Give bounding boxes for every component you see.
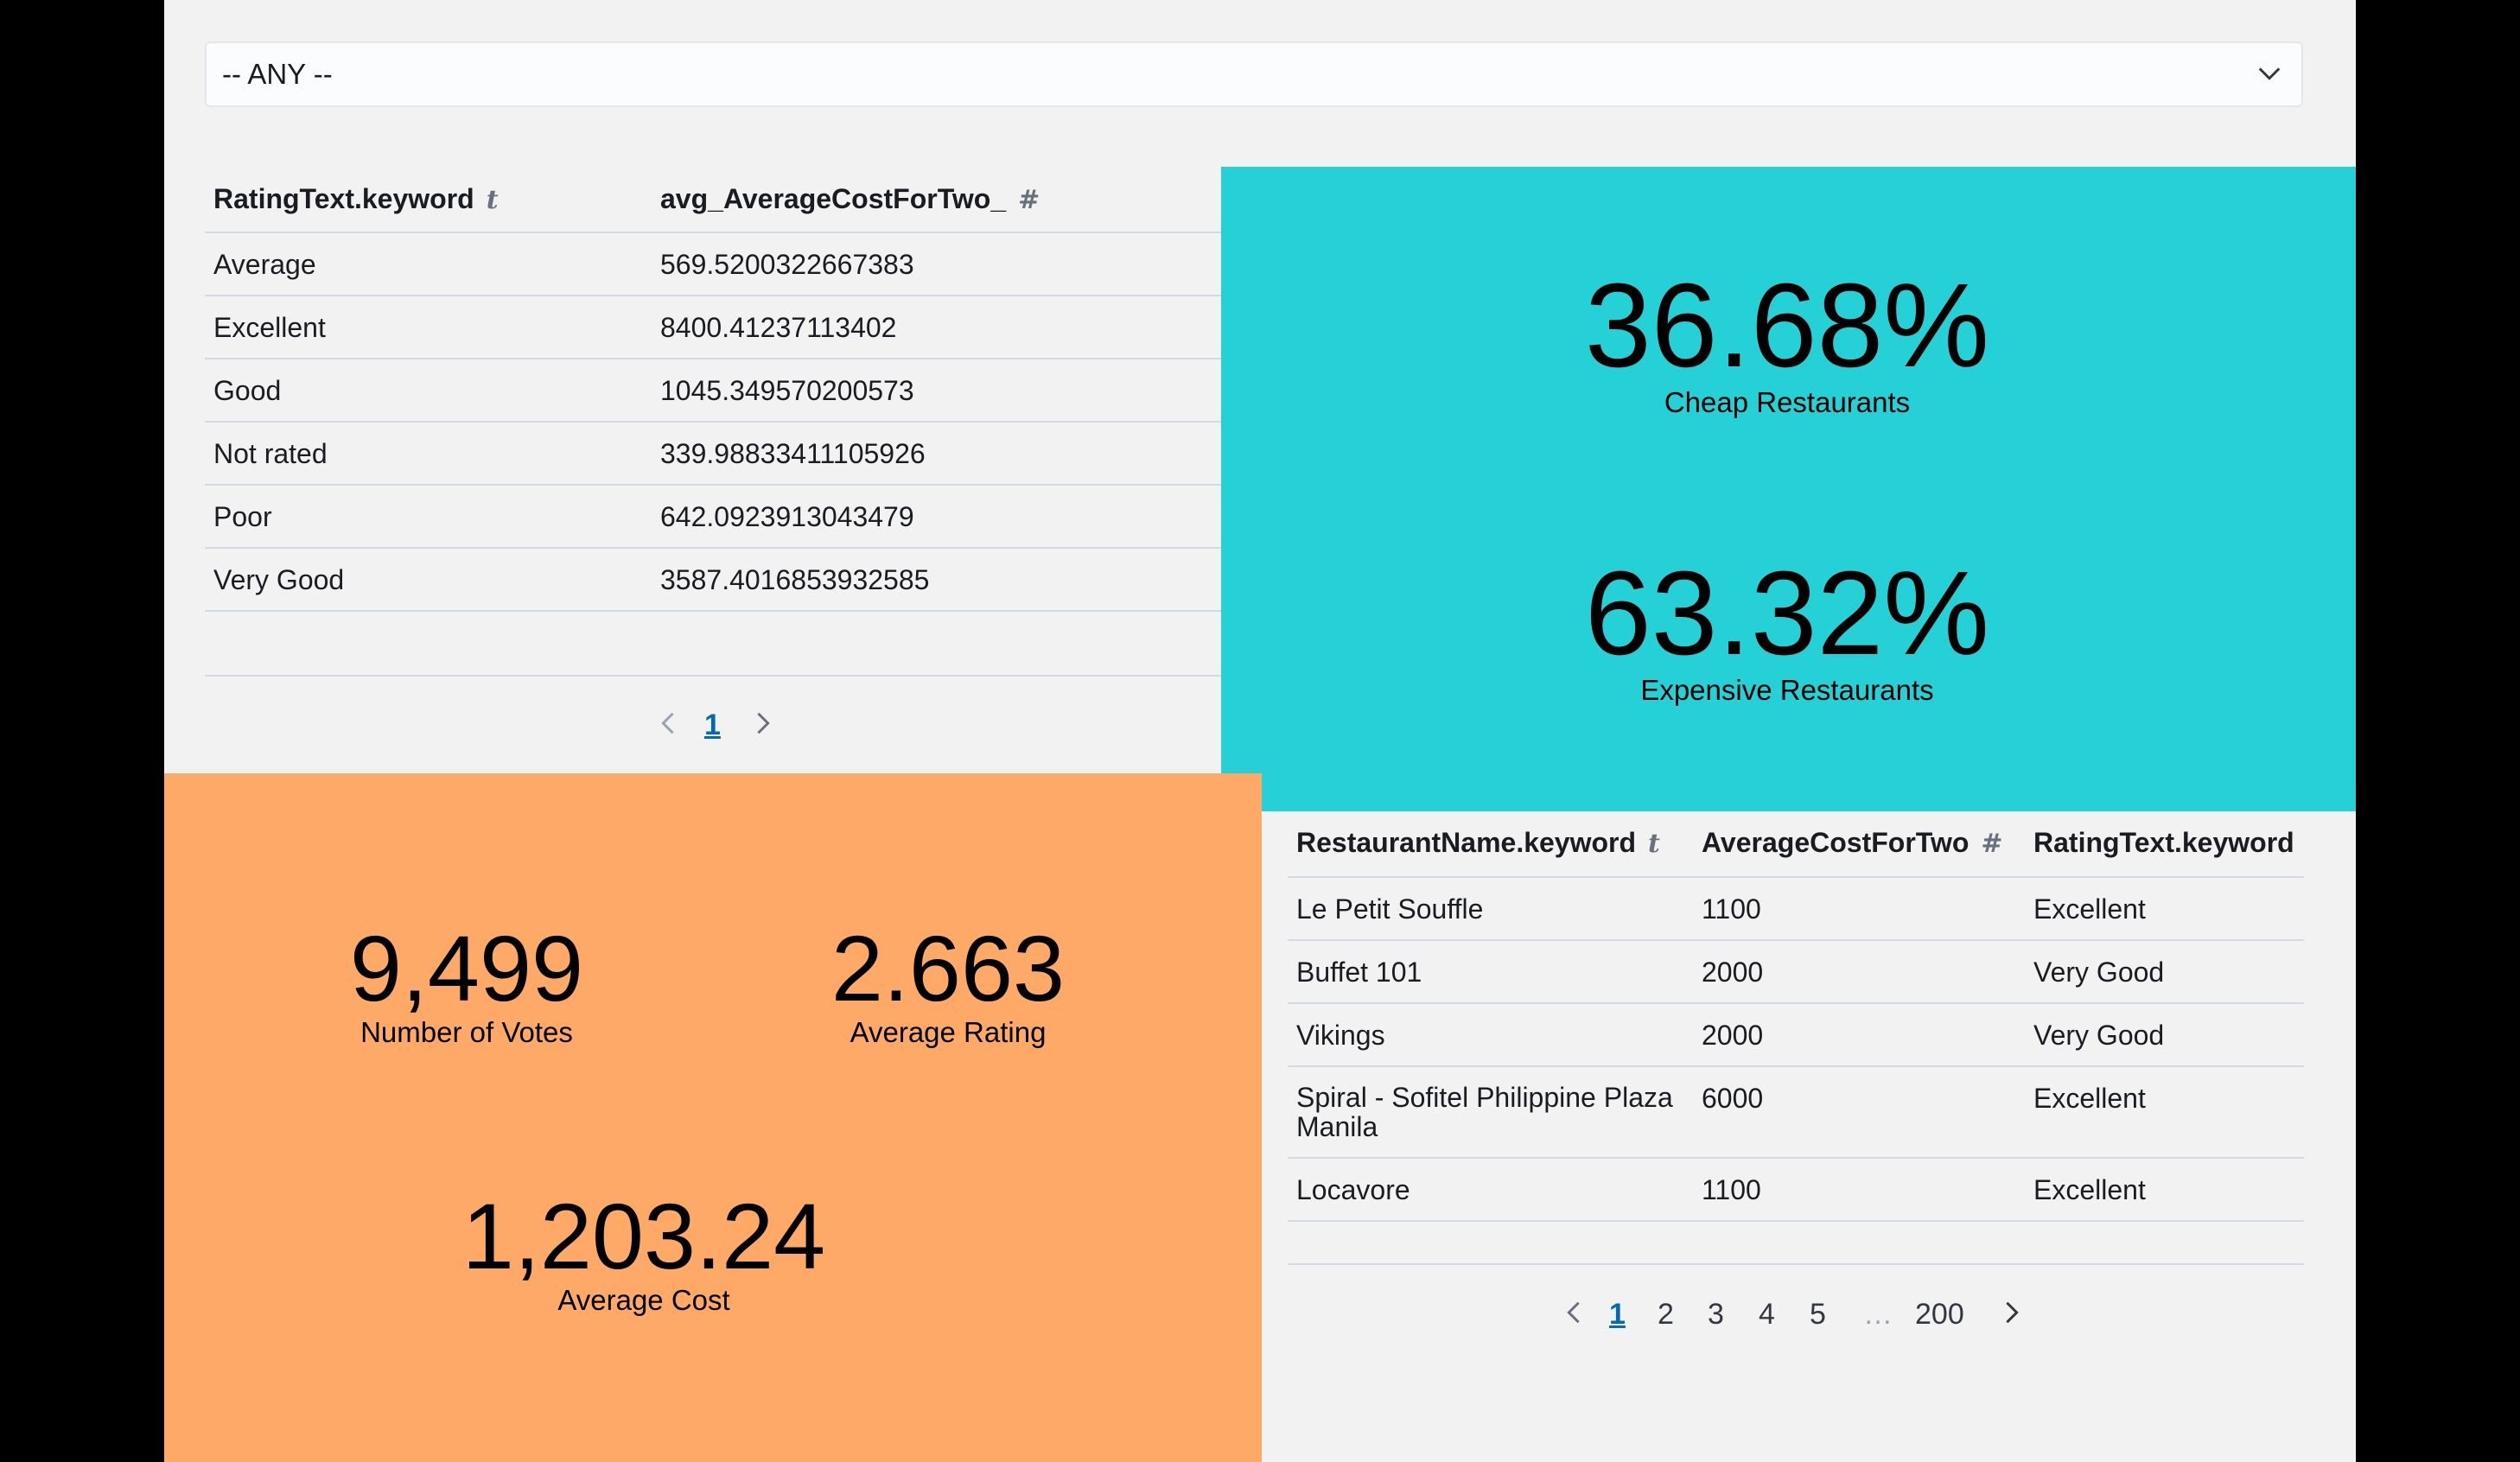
number-type-icon: #: [1018, 185, 1040, 215]
average-rating-metric: 2.663 Average Rating: [792, 922, 1104, 1050]
table-header-row: RestaurantName.keyword t AverageCostForTw…: [1288, 812, 2304, 878]
price-split-metrics-panel: 36.68% Cheap Restaurants 63.32% Expensiv…: [1221, 167, 2356, 811]
page-link-2[interactable]: 2: [1658, 1298, 1674, 1332]
restaurant-table: RestaurantName.keyword t AverageCostForTw…: [1288, 812, 2304, 1266]
cell-avg-cost: 642.0923913043479: [660, 501, 914, 532]
average-cost-metric: 1,203.24 Average Cost: [449, 1190, 838, 1318]
rating-table-pagination: 1: [655, 709, 785, 747]
column-header-avg-cost[interactable]: avg_AverageCostForTwo_ #: [660, 183, 1040, 215]
cell-avg-cost: 3587.4016853932585: [660, 564, 930, 595]
page-link-4[interactable]: 4: [1759, 1298, 1775, 1332]
table-row: Poor 642.0923913043479: [205, 486, 1221, 549]
cell-rating: Good: [213, 375, 282, 406]
expensive-restaurants-metric: 63.32% Expensive Restaurants: [1506, 554, 2068, 708]
cell-rating: Very Good: [213, 564, 345, 595]
cell-restaurant-name: Le Petit Souffle: [1296, 893, 1484, 925]
cell-restaurant-name: Spiral - Sofitel Philippine Plaza Manila: [1296, 1082, 1673, 1142]
text-type-icon: t: [486, 185, 499, 215]
text-type-icon: t: [1648, 829, 1660, 859]
cell-avg-cost: 569.5200322667383: [660, 249, 914, 280]
prev-page-icon[interactable]: [655, 710, 681, 744]
table-row: Average 569.5200322667383: [205, 233, 1221, 296]
cell-restaurant-name: Vikings: [1296, 1020, 1385, 1051]
cell-average-cost: 1100: [1702, 1174, 1761, 1205]
rating-table: RatingText.keyword t avg_AverageCostForTw…: [205, 169, 1221, 679]
number-type-icon: #: [1981, 829, 2003, 859]
cheap-restaurants-metric: 36.68% Cheap Restaurants: [1506, 266, 2068, 420]
next-page-icon[interactable]: [1999, 1300, 2025, 1333]
table-footer-divider: [205, 612, 1221, 677]
table-row: Buffet 101 2000 Very Good: [1288, 941, 2304, 1004]
page-link-1[interactable]: 1: [1609, 1298, 1626, 1332]
rating-filter-select[interactable]: -- ANY --: [205, 41, 2303, 107]
cell-avg-cost: 8400.41237113402: [660, 312, 897, 343]
table-row: Good 1045.349570200573: [205, 359, 1221, 423]
cell-restaurant-name: Buffet 101: [1296, 957, 1422, 988]
metric-value: 1,203.24: [461, 1184, 826, 1288]
cell-rating: Average: [213, 249, 316, 280]
page-link-5[interactable]: 5: [1810, 1298, 1826, 1332]
cell-rating: Poor: [213, 501, 272, 532]
cell-rating-text: Very Good: [2033, 1020, 2165, 1051]
table-row: Spiral - Sofitel Philippine Plaza Manila…: [1288, 1067, 2304, 1159]
cell-average-cost: 1100: [1702, 893, 1761, 925]
table-row: Not rated 339.98833411105926: [205, 423, 1221, 486]
cell-rating-text: Excellent: [2033, 1174, 2146, 1205]
metric-value: 36.68%: [1584, 259, 1990, 392]
cell-rating: Excellent: [213, 312, 326, 343]
cell-rating-text: Excellent: [2033, 1083, 2146, 1114]
metric-value: 9,499: [349, 916, 584, 1020]
select-value: -- ANY --: [222, 58, 333, 90]
table-footer-divider: [1288, 1222, 2304, 1265]
page-link-3[interactable]: 3: [1708, 1298, 1724, 1332]
table-header-row: RatingText.keyword t avg_AverageCostForTw…: [205, 169, 1221, 233]
table-row: Locavore 1100 Excellent: [1288, 1159, 2304, 1222]
metric-value: 2.663: [830, 916, 1066, 1020]
column-header-rating[interactable]: RatingText.keyword t: [213, 183, 499, 215]
table-row: Very Good 3587.4016853932585: [205, 549, 1221, 612]
cell-rating-text: Excellent: [2033, 893, 2146, 925]
cell-rating-text: Very Good: [2033, 957, 2165, 988]
table-row: Vikings 2000 Very Good: [1288, 1004, 2304, 1067]
chevron-down-icon: [2258, 67, 2281, 80]
page-link-1[interactable]: 1: [704, 709, 721, 742]
cell-restaurant-name: Locavore: [1296, 1174, 1410, 1205]
metric-value: 63.32%: [1584, 547, 1990, 680]
summary-metrics-panel: 9,499 Number of Votes 2.663 Average Rati…: [164, 773, 1262, 1462]
page-link-200[interactable]: 200: [1915, 1298, 1964, 1332]
column-header-average-cost[interactable]: AverageCostForTwo #: [1702, 827, 2003, 859]
column-header-restaurant-name[interactable]: RestaurantName.keyword t: [1296, 827, 1660, 859]
next-page-icon[interactable]: [750, 710, 776, 744]
prev-page-icon[interactable]: [1561, 1300, 1587, 1333]
dashboard: -- ANY -- RatingText.keyword t avg_Averag…: [164, 0, 2356, 1462]
votes-metric: 9,499 Number of Votes: [311, 922, 622, 1050]
cell-average-cost: 2000: [1702, 1020, 1764, 1051]
restaurant-table-pagination: 1 2 3 4 5 … 200: [1561, 1298, 2045, 1336]
pagination-ellipsis: …: [1863, 1298, 1893, 1331]
table-row: Excellent 8400.41237113402: [205, 296, 1221, 359]
table-row: Le Petit Souffle 1100 Excellent: [1288, 878, 2304, 941]
column-header-rating-text[interactable]: RatingText.keyword: [2033, 827, 2294, 859]
cell-average-cost: 6000: [1702, 1083, 1764, 1114]
cell-rating: Not rated: [213, 438, 328, 469]
cell-avg-cost: 339.98833411105926: [660, 438, 926, 469]
cell-avg-cost: 1045.349570200573: [660, 375, 914, 406]
cell-average-cost: 2000: [1702, 957, 1764, 988]
